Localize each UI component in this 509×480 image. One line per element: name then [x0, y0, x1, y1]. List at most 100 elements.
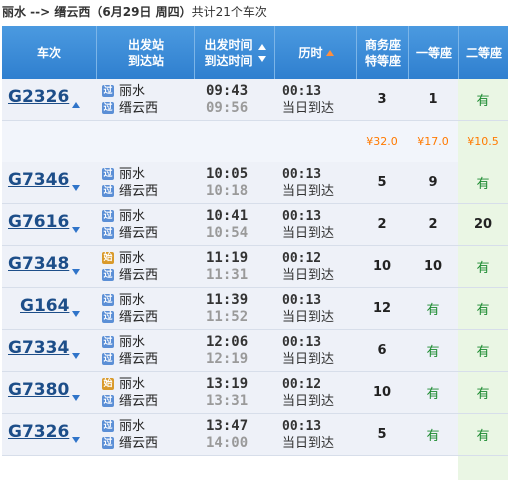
to-station-name[interactable]: 缙云西	[119, 393, 158, 410]
from-station[interactable]: 过丽水	[102, 334, 145, 351]
train-number-link[interactable]: G7380	[8, 369, 69, 410]
second-seat-count: 有	[458, 372, 508, 413]
to-station[interactable]: 过缙云西	[102, 351, 158, 368]
from-station-name[interactable]: 丽水	[119, 418, 145, 435]
col-duration[interactable]: 历时	[274, 26, 357, 79]
expand-arrow-icon[interactable]	[72, 269, 80, 275]
to-station-name[interactable]: 缙云西	[119, 225, 158, 242]
col-arr-label: 到达时间	[204, 53, 253, 68]
to-station[interactable]: 过缙云西	[102, 309, 158, 326]
second-seat-count: 有	[458, 79, 508, 120]
from-station-name[interactable]: 丽水	[119, 208, 145, 225]
from-station[interactable]: 过丽水	[102, 292, 145, 309]
first-seat-count: 10	[423, 259, 443, 274]
to-station-name[interactable]: 缙云西	[119, 100, 158, 117]
to-station-name[interactable]: 缙云西	[119, 351, 158, 368]
to-station[interactable]: 过缙云西	[102, 100, 158, 117]
to-station-name[interactable]: 缙云西	[119, 435, 158, 452]
from-station[interactable]: 始丽水	[102, 250, 145, 267]
from-station[interactable]: 过丽水	[102, 208, 145, 225]
passing-badge-icon: 过	[102, 395, 114, 407]
route-text: 丽水 --> 缙云西（6月29日 周四）	[2, 5, 192, 19]
departure-time: 11:39	[206, 291, 249, 308]
from-station-name[interactable]: 丽水	[119, 292, 145, 309]
expand-arrow-icon[interactable]	[72, 353, 80, 359]
from-station[interactable]: 过丽水	[102, 418, 145, 435]
times: 09:43 09:56	[206, 79, 248, 120]
expand-arrow-icon[interactable]	[72, 395, 80, 401]
table-row[interactable]: G7348 始丽水过缙云西 11:19 11:31 00:12 当日到达 10 10 有	[2, 246, 508, 288]
col-times[interactable]: 出发时间 到达时间	[194, 26, 275, 79]
first-seat-count: 2	[428, 217, 438, 232]
table-row[interactable]: G7346 过丽水过缙云西 10:05 10:18 00:13 当日到达 5 9 有	[2, 162, 508, 204]
expand-arrow-icon[interactable]	[72, 227, 80, 233]
expand-arrow-icon[interactable]	[72, 311, 80, 317]
from-station-name[interactable]: 丽水	[119, 83, 145, 100]
expand-arrow-icon[interactable]	[72, 437, 80, 443]
result-caption: 丽水 --> 缙云西（6月29日 周四）共计21个车次	[2, 0, 267, 24]
train-count: 21	[215, 5, 231, 19]
sort-up-icon[interactable]	[257, 43, 266, 50]
to-station[interactable]: 过缙云西	[102, 267, 158, 284]
times: 13:19 13:31	[206, 372, 248, 413]
duration: 00:13 当日到达	[282, 79, 334, 120]
duration: 00:13 当日到达	[282, 330, 334, 371]
to-station-name[interactable]: 缙云西	[119, 183, 158, 200]
count-suffix: 个车次	[230, 5, 267, 19]
to-station[interactable]: 过缙云西	[102, 435, 158, 452]
to-station-name[interactable]: 缙云西	[119, 267, 158, 284]
passing-badge-icon: 过	[102, 420, 114, 432]
to-station[interactable]: 过缙云西	[102, 393, 158, 410]
departure-time: 10:41	[206, 207, 249, 224]
from-station-name[interactable]: 丽水	[119, 166, 145, 183]
duration-value: 00:13	[282, 166, 322, 182]
train-number-link[interactable]: G7616	[8, 201, 69, 242]
sort-down-icon[interactable]	[257, 55, 266, 62]
col-duration-label: 历时	[298, 45, 323, 60]
train-number-link[interactable]: G7348	[8, 243, 69, 284]
business-seat-count: 5	[377, 427, 387, 442]
passing-badge-icon: 过	[102, 210, 114, 222]
business-seat-count: 2	[377, 217, 387, 232]
first-seat-count: 1	[428, 92, 438, 107]
train-number-link[interactable]: G2326	[8, 76, 69, 117]
from-station-name[interactable]: 丽水	[119, 250, 145, 267]
train-number-link[interactable]: G7334	[8, 327, 69, 368]
arrival-time: 10:18	[206, 182, 249, 199]
table-row[interactable]: G7380 始丽水过缙云西 13:19 13:31 00:12 当日到达 10 有 有	[2, 372, 508, 414]
arrival-day: 当日到达	[282, 267, 335, 283]
second-price: ¥10.5	[458, 121, 508, 162]
first-seat-count: 有	[426, 429, 440, 444]
passing-badge-icon: 过	[102, 168, 114, 180]
train-number-link[interactable]: G7326	[8, 411, 69, 452]
from-station[interactable]: 过丽水	[102, 166, 145, 183]
business-seat-count: 5	[377, 175, 387, 190]
table-row[interactable]: G2326 过丽水过缙云西 09:43 09:56 00:13 当日到达 3 1 有	[2, 79, 508, 121]
passing-badge-icon: 过	[102, 336, 114, 348]
stations: 过丽水过缙云西	[102, 204, 158, 245]
expand-arrow-icon[interactable]	[72, 185, 80, 191]
times: 11:39 11:52	[206, 288, 248, 329]
table-row[interactable]: G7326 过丽水过缙云西 13:47 14:00 00:13 当日到达 5 有 有	[2, 414, 508, 456]
sort-up-icon[interactable]	[325, 49, 334, 56]
train-number-link[interactable]: G164	[20, 285, 69, 326]
table-row[interactable]: G7616 过丽水过缙云西 10:41 10:54 00:13 当日到达 2 2 20	[2, 204, 508, 246]
business-seat-count: 10	[372, 385, 392, 400]
from-station-name[interactable]: 丽水	[119, 376, 145, 393]
from-station[interactable]: 始丽水	[102, 376, 145, 393]
table-row[interactable]: G164 过丽水过缙云西 11:39 11:52 00:13 当日到达 12 有 有	[2, 288, 508, 330]
duration-value: 00:13	[282, 208, 322, 224]
from-station[interactable]: 过丽水	[102, 83, 145, 100]
to-station[interactable]: 过缙云西	[102, 225, 158, 242]
train-number-link[interactable]: G7346	[8, 159, 69, 200]
to-station-name[interactable]: 缙云西	[119, 309, 158, 326]
col-from-label: 出发站	[127, 37, 164, 52]
collapse-arrow-icon[interactable]	[72, 102, 80, 108]
table-row[interactable]: G7334 过丽水过缙云西 12:06 12:19 00:13 当日到达 6 有 有	[2, 330, 508, 372]
passing-badge-icon: 过	[102, 102, 114, 114]
departure-time: 12:06	[206, 333, 249, 350]
col-to-label: 到达站	[127, 53, 164, 68]
from-station-name[interactable]: 丽水	[119, 334, 145, 351]
departure-time: 13:47	[206, 417, 249, 434]
to-station[interactable]: 过缙云西	[102, 183, 158, 200]
